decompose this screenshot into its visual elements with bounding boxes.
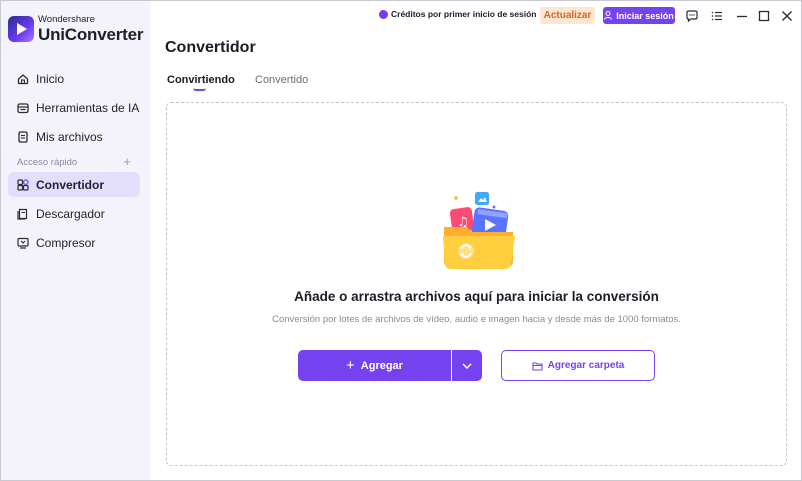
plus-icon: + [346, 357, 355, 374]
ai-tools-icon [17, 102, 29, 114]
files-icon [17, 130, 29, 143]
converter-icon [17, 178, 29, 191]
sidebar-item-mis-archivos[interactable]: Mis archivos [8, 124, 140, 149]
chat-icon[interactable] [685, 9, 699, 23]
add-options-dropdown-button[interactable] [452, 350, 482, 381]
brand-logo-area: Wondershare UniConverter [8, 15, 143, 43]
sidebar-item-label: Compresor [36, 235, 96, 250]
page-title: Convertidor [165, 39, 256, 56]
file-drop-zone[interactable] [166, 102, 787, 466]
drop-zone-subtitle: Conversión por lotes de archivos de víde… [272, 314, 681, 325]
quick-access-label: Acceso rápido [17, 157, 78, 168]
sidebar-item-label: Inicio [36, 71, 65, 86]
menu-icon[interactable] [710, 9, 724, 23]
brand-company: Wondershare [38, 14, 95, 25]
sidebar-item-label: Mis archivos [36, 129, 103, 144]
folder-icon [532, 361, 543, 371]
compressor-icon [17, 237, 29, 249]
brand-product: UniConverter [38, 24, 144, 44]
sidebar-item-label: Descargador [36, 206, 105, 221]
sidebar-item-label: Convertidor [36, 177, 105, 192]
maximize-icon[interactable] [757, 9, 771, 23]
sidebar-item-compresor[interactable]: Compresor [8, 230, 140, 255]
close-icon[interactable] [780, 9, 794, 23]
credits-icon [379, 9, 388, 19]
sidebar-item-convertidor[interactable]: Convertidor [8, 172, 140, 197]
credits-text: Créditos por primer inicio de sesión [391, 9, 537, 19]
folder-media-illustration-icon: ♫ [443, 192, 515, 269]
drop-zone-title: Añade o arrastra archivos aquí para inic… [294, 289, 659, 304]
minimize-icon[interactable] [735, 9, 749, 23]
add-files-button[interactable]: + Agregar [298, 350, 451, 381]
quick-access-add-button[interactable]: + [123, 155, 131, 168]
add-folder-label: Agregar carpeta [547, 360, 625, 371]
sidebar-item-descargador[interactable]: Descargador [8, 201, 140, 226]
add-files-label: Agregar [360, 359, 403, 372]
tab-convertido[interactable]: Convertido [255, 74, 308, 86]
top-bar: Créditos por primer inicio de sesión Act… [151, 7, 801, 25]
home-icon [17, 73, 29, 85]
upgrade-button[interactable]: Actualizar [540, 7, 595, 24]
chevron-down-icon [462, 362, 472, 369]
uniconverter-logo-icon [8, 15, 34, 42]
sidebar-item-label: Herramientas de IA [36, 100, 140, 115]
quick-access-header: Acceso rápido + [17, 155, 131, 168]
sidebar-item-ai-tools[interactable]: Herramientas de IA [8, 95, 140, 120]
login-label: Iniciar sesión [616, 10, 674, 21]
user-icon [604, 11, 613, 20]
downloader-icon [17, 208, 29, 220]
add-folder-button[interactable]: Agregar carpeta [501, 350, 655, 381]
sidebar: Wondershare UniConverter Inicio Herramie… [1, 1, 150, 480]
tab-convirtiendo[interactable]: Convirtiendo [167, 74, 235, 86]
login-button[interactable]: Iniciar sesión [603, 7, 675, 24]
sidebar-item-inicio[interactable]: Inicio [8, 66, 140, 91]
credits-promo[interactable]: Créditos por primer inicio de sesión [379, 9, 536, 19]
active-tab-indicator [193, 88, 206, 91]
